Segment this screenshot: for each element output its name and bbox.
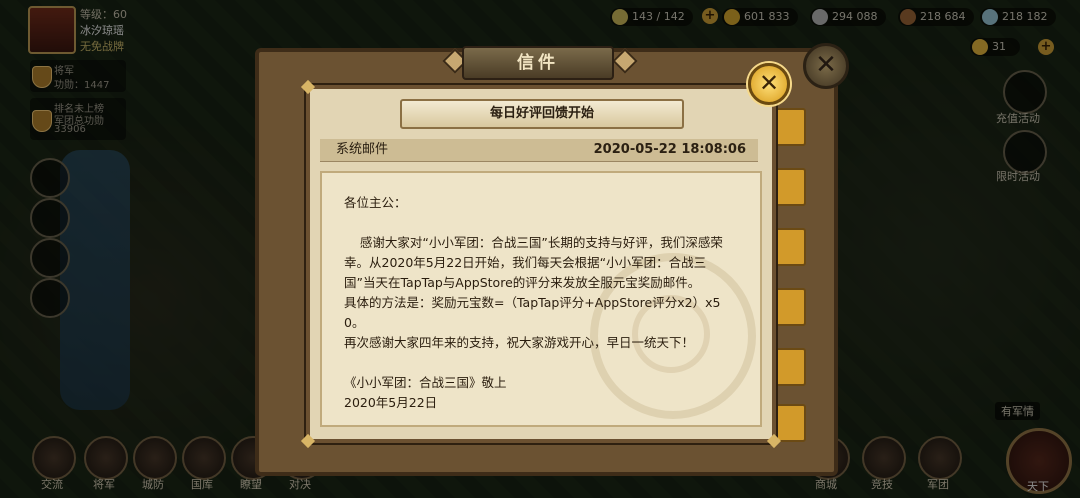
letter-sender: 系统邮件 [336, 142, 389, 157]
letter-line: 各位主公： [344, 195, 407, 210]
letter-line: 2020年5月22日 [344, 395, 438, 410]
mail-panel-title: 信件 [462, 46, 614, 80]
close-icon[interactable]: ✕ [748, 63, 790, 105]
letter-date: 2020-05-22 18:08:06 [593, 142, 746, 157]
letter-dialog: 每日好评回馈开始 系统邮件 2020-05-22 18:08:06 各位主公： … [300, 79, 782, 449]
letter-line [344, 353, 734, 373]
letter-title: 每日好评回馈开始 [400, 99, 684, 129]
letter-line: 再次感谢大家四年来的支持，祝大家游戏开心，早日一统天下！ [344, 335, 695, 350]
letter-body[interactable]: 各位主公： 感谢大家对“小小军团：合战三国”长期的支持与好评，我们深感荣幸。从2… [320, 171, 762, 427]
letter-line: 《小小军团：合战三国》敬上 [344, 375, 507, 390]
letter-line: 具体的方法是：奖励元宝数=（TapTap评分+AppStore评分x2）x50。 [344, 295, 721, 330]
letter-text: 各位主公： 感谢大家对“小小军团：合战三国”长期的支持与好评，我们深感荣幸。从2… [344, 193, 734, 413]
letter-line: 感谢大家对“小小军团：合战三国”长期的支持与好评，我们深感荣幸。从2020年5月… [344, 235, 723, 290]
mail-panel-close-button[interactable]: ✕ [803, 43, 849, 89]
letter-meta: 系统邮件 2020-05-22 18:08:06 [320, 139, 758, 162]
letter-line [344, 213, 734, 233]
